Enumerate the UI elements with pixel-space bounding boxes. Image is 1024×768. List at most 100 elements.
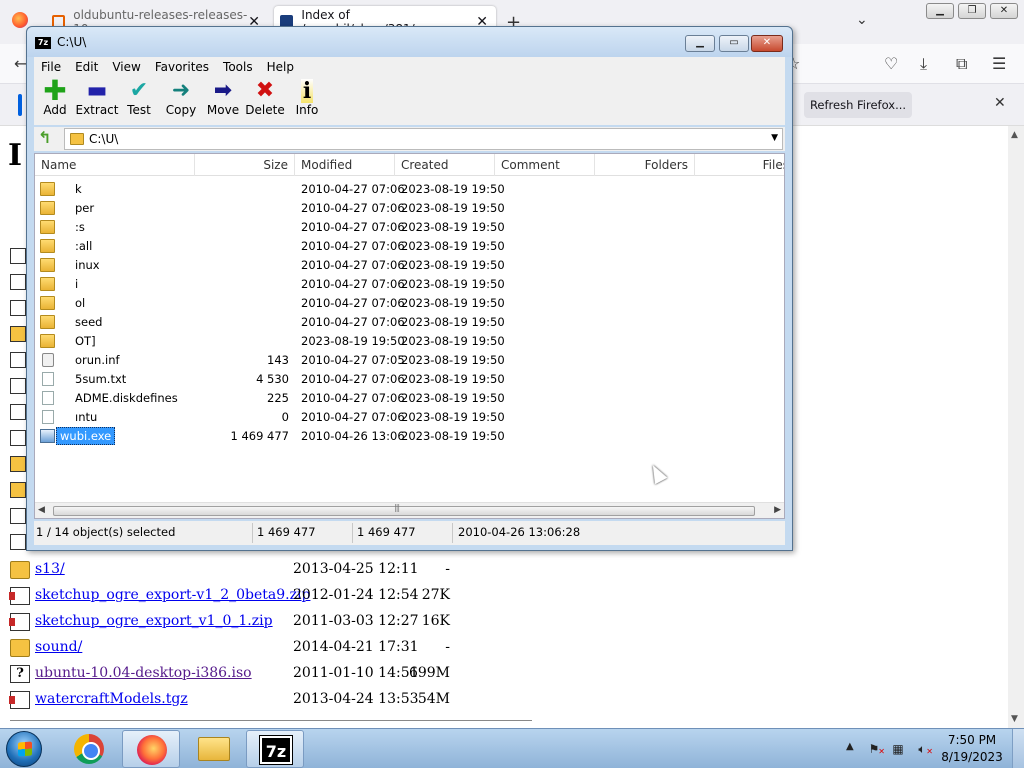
file-row[interactable]: 5sum.txt 4 530 2010-04-27 07:06 2023-08-… [35, 370, 784, 389]
file-row[interactable]: seed 2010-04-27 07:06 2023-08-19 19:50 [35, 313, 784, 332]
column-header-folders[interactable]: Folders [595, 154, 695, 176]
listing-link[interactable]: sketchup_ogre_export-v1_2_0beta9.zip [35, 587, 310, 603]
file-row[interactable]: k 2010-04-27 07:06 2023-08-19 19:50 [35, 180, 784, 199]
volume-icon[interactable]: 🔈︎ [914, 741, 933, 760]
listing-icon-partial [10, 248, 26, 264]
taskbar-firefox-button[interactable] [122, 730, 180, 768]
taskbar-7zip-button[interactable]: 7z [246, 730, 304, 768]
file-name: orun.inf [75, 353, 120, 367]
file-icon [42, 410, 54, 424]
file-name: k [75, 182, 82, 196]
list-all-tabs-icon[interactable]: ⌄ [856, 12, 868, 28]
scrollbar-thumb[interactable] [53, 503, 755, 516]
file-row[interactable]: OT] 2023-08-19 19:50 2023-08-19 19:50 [35, 332, 784, 351]
window-title: C:\U\ [57, 35, 87, 49]
network-icon[interactable]: ▦ [890, 741, 906, 757]
file-row[interactable]: i 2010-04-27 07:06 2023-08-19 19:50 [35, 275, 784, 294]
listing-link[interactable]: sound/ [35, 639, 82, 655]
scroll-left-arrow-icon[interactable]: ◀ [38, 505, 45, 515]
show-desktop-button[interactable] [1012, 729, 1024, 768]
horizontal-scrollbar[interactable]: ◀ ▶ [35, 502, 784, 518]
start-button[interactable] [6, 731, 42, 767]
file-name: wubi.exe [56, 427, 116, 445]
listing-size: - [445, 561, 450, 577]
status-size: 1 469 477 [257, 525, 316, 539]
file-created: 2023-08-19 19:50 [401, 429, 505, 443]
column-header-created[interactable]: Created [395, 154, 495, 176]
download-icon[interactable]: ⤓ [920, 54, 927, 74]
folder-up-icon[interactable]: ↰ [38, 130, 56, 148]
show-hidden-icons-icon[interactable]: ▲ [846, 741, 854, 752]
scroll-down-arrow-icon[interactable]: ▼ [1011, 714, 1018, 724]
file-row[interactable]: :s 2010-04-27 07:06 2023-08-19 19:50 [35, 218, 784, 237]
restore-button[interactable]: ❐ [958, 3, 986, 19]
close-button[interactable]: ✕ [990, 3, 1018, 19]
column-header-name[interactable]: Name [35, 154, 195, 176]
menu-view[interactable]: View [105, 60, 147, 74]
listing-link[interactable]: ubuntu-10.04-desktop-i386.iso [35, 665, 252, 681]
minimize-button[interactable]: ▁ [926, 3, 954, 19]
path-text: C:\U\ [89, 132, 119, 146]
taskbar-chrome-button[interactable] [60, 730, 118, 768]
scroll-right-arrow-icon[interactable]: ▶ [774, 505, 781, 515]
file-name: ıntu [75, 410, 98, 424]
file-created: 2023-08-19 19:50 [401, 258, 505, 272]
status-selection: 1 / 14 object(s) selected [36, 525, 176, 539]
listing-size: - [445, 639, 450, 655]
file-row[interactable]: ADME.diskdefines 225 2010-04-27 07:06 20… [35, 389, 784, 408]
menu-favorites[interactable]: Favorites [148, 60, 216, 74]
file-row-selected[interactable]: wubi.exe 1 469 477 2010-04-26 13:06 2023… [35, 427, 784, 446]
listing-link[interactable]: sketchup_ogre_export_v1_0_1.zip [35, 613, 273, 629]
column-header-modified[interactable]: Modified [295, 154, 395, 176]
column-header-size[interactable]: Size [195, 154, 295, 176]
file-row[interactable]: :all 2010-04-27 07:06 2023-08-19 19:50 [35, 237, 784, 256]
file-row[interactable]: per 2010-04-27 07:06 2023-08-19 19:50 [35, 199, 784, 218]
file-created: 2023-08-19 19:50 [401, 410, 505, 424]
menu-help[interactable]: Help [260, 60, 301, 74]
file-list[interactable]: Name Size Modified Created Comment Folde… [34, 153, 785, 519]
page-heading: I [8, 138, 23, 173]
menu-file[interactable]: File [34, 60, 68, 74]
clock-time[interactable]: 7:50 PM [940, 733, 1004, 747]
file-row[interactable]: orun.inf 143 2010-04-27 07:05 2023-08-19… [35, 351, 784, 370]
file-row[interactable]: ıntu 0 2010-04-27 07:06 2023-08-19 19:50 [35, 408, 784, 427]
page-scrollbar[interactable]: ▲ ▼ [1008, 126, 1024, 728]
listing-link[interactable]: watercraftModels.tgz [35, 691, 188, 707]
chevron-down-icon[interactable]: ▼ [771, 133, 778, 143]
menu-edit[interactable]: Edit [68, 60, 105, 74]
file-row[interactable]: ol 2010-04-27 07:06 2023-08-19 19:50 [35, 294, 784, 313]
file-size: 225 [267, 391, 289, 405]
maximize-button[interactable]: ▭ [719, 35, 749, 52]
info-button[interactable]: i Info [282, 79, 332, 123]
file-created: 2023-08-19 19:50 [401, 315, 505, 329]
listing-icon-partial [10, 534, 26, 550]
pocket-icon[interactable]: ♡ [884, 54, 898, 73]
file-name: seed [75, 315, 103, 329]
close-button[interactable]: ✕ [751, 35, 783, 52]
address-bar: ↰ C:\U\ ▼ [34, 127, 785, 151]
notification-close-icon[interactable]: ✕ [994, 95, 1006, 111]
window-title-bar[interactable]: 7z C:\U\ ▁ ▭ ✕ [27, 27, 792, 57]
menu-tools[interactable]: Tools [216, 60, 260, 74]
listing-row: ? ubuntu-10.04-desktop-i386.iso 2011-01-… [10, 663, 480, 685]
scroll-up-arrow-icon[interactable]: ▲ [1011, 130, 1018, 140]
extensions-icon[interactable]: ⧉ [956, 54, 967, 74]
listing-row: sound/ 2014-04-21 17:31 - [10, 637, 480, 659]
7zip-app-icon: 7z [35, 37, 51, 49]
action-center-flag-icon[interactable]: ⚑ [866, 741, 885, 760]
folder-icon [40, 220, 55, 234]
hamburger-menu-icon[interactable]: ☰ [992, 54, 1006, 73]
file-row[interactable]: inux 2010-04-27 07:06 2023-08-19 19:50 [35, 256, 784, 275]
path-combobox[interactable]: C:\U\ ▼ [64, 128, 783, 150]
column-header-comment[interactable]: Comment [495, 154, 595, 176]
file-created: 2023-08-19 19:50 [401, 296, 505, 310]
clock-date[interactable]: 8/19/2023 [940, 750, 1004, 764]
file-size: 1 469 477 [230, 429, 289, 443]
folder-icon [70, 133, 84, 145]
folder-icon [40, 201, 55, 215]
listing-link[interactable]: s13/ [35, 561, 65, 577]
refresh-firefox-button[interactable]: Refresh Firefox... [804, 92, 912, 118]
column-header-files[interactable]: Files [695, 154, 784, 176]
taskbar-explorer-button[interactable] [184, 730, 242, 768]
minimize-button[interactable]: ▁ [685, 35, 715, 52]
